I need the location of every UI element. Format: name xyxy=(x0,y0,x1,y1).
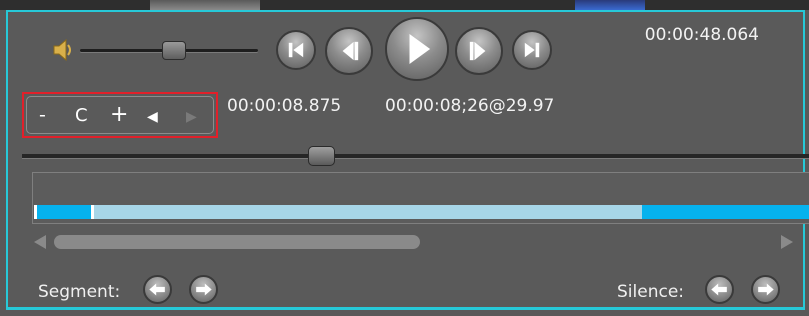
skip-to-end-button[interactable] xyxy=(512,30,552,70)
skip-to-start-icon xyxy=(288,42,304,58)
silence-next-button[interactable] xyxy=(751,275,780,304)
step-back-icon xyxy=(342,41,359,61)
seek-slider-track[interactable] xyxy=(22,154,809,158)
skip-to-end-icon xyxy=(524,42,540,58)
step-back-button[interactable] xyxy=(325,27,373,75)
seek-slider-thumb[interactable] xyxy=(308,146,335,166)
play-icon xyxy=(409,34,431,64)
play-button[interactable] xyxy=(385,17,449,81)
total-duration: 00:00:48.064 xyxy=(644,25,759,45)
arrow-left-icon xyxy=(149,283,165,296)
volume-slider-thumb[interactable] xyxy=(162,41,186,60)
silence-label: Silence: xyxy=(617,282,685,302)
previous-button[interactable]: ◀ xyxy=(147,107,158,127)
timeline-scrollbar-thumb[interactable] xyxy=(54,235,420,249)
skip-to-start-button[interactable] xyxy=(276,30,316,70)
arrow-right-icon xyxy=(758,283,774,296)
next-button[interactable]: ▶ xyxy=(186,107,197,127)
arrow-right-icon xyxy=(196,283,212,296)
center-button[interactable]: C xyxy=(75,106,88,126)
clip-segment-before[interactable] xyxy=(34,205,94,219)
speaker-icon[interactable] xyxy=(52,38,74,62)
clip-in-marker[interactable] xyxy=(91,205,94,219)
segment-next-button[interactable] xyxy=(189,275,218,304)
top-strip-tab-active xyxy=(575,0,645,10)
current-time: 00:00:08.875 xyxy=(227,96,342,116)
clip-segment-after[interactable] xyxy=(642,205,809,219)
clip-start-marker[interactable] xyxy=(34,205,37,219)
top-window-strip xyxy=(0,0,809,10)
step-forward-icon xyxy=(469,41,486,61)
step-forward-button[interactable] xyxy=(455,27,503,75)
segment-label: Segment: xyxy=(38,282,121,302)
scroll-right-arrow[interactable] xyxy=(781,235,793,249)
top-strip-tab xyxy=(150,0,260,10)
segment-previous-button[interactable] xyxy=(143,275,172,304)
zoom-in-button[interactable]: + xyxy=(110,104,128,126)
zoom-out-button[interactable]: - xyxy=(39,105,46,125)
scroll-left-arrow[interactable] xyxy=(34,235,46,249)
clip-segment-selected[interactable] xyxy=(94,205,642,219)
silence-previous-button[interactable] xyxy=(705,275,734,304)
arrow-left-icon xyxy=(711,283,727,296)
timecode-display: 00:00:08;26@29.97 xyxy=(385,96,555,116)
